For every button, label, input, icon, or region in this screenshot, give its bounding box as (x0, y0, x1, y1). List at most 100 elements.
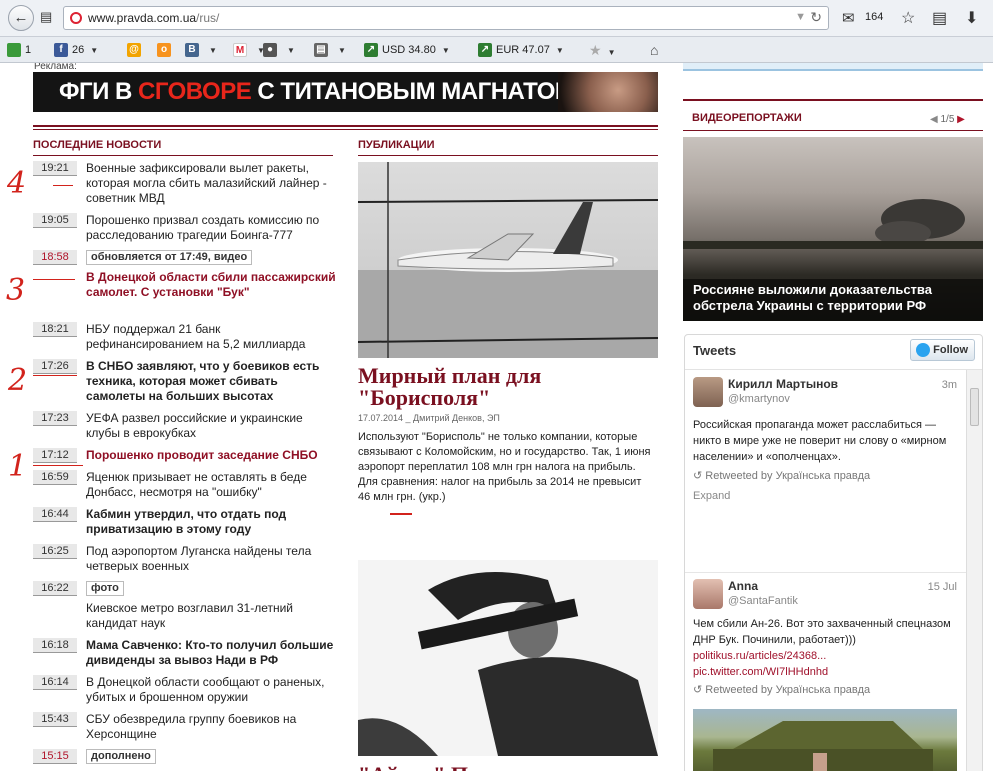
chart-icon: ↗ (478, 43, 492, 58)
news-headline[interactable]: Порошенко проводит заседание СНБО (86, 448, 336, 463)
news-headline[interactable]: СБУ обезвредила группу боевиков на Херсо… (86, 712, 336, 742)
bookmark-vkontakte[interactable]: B ▼ (185, 42, 217, 58)
avatar[interactable] (693, 377, 723, 407)
publication-photo-airplane[interactable] (358, 162, 658, 358)
bookmark-odnoklassniki[interactable]: o (157, 42, 175, 58)
news-headline[interactable]: НБУ поддержал 21 банк рефинансированием … (86, 322, 336, 352)
scrollbar-thumb[interactable] (970, 388, 979, 426)
star-icon: ★ (589, 42, 602, 58)
video-heading[interactable]: ВИДЕОРЕПОРТАЖИ (692, 112, 802, 124)
film-icon: ▤ (314, 43, 328, 58)
bookmark-mailru[interactable]: @ (127, 42, 145, 58)
bookmark-facebook[interactable]: f 26 ▼ (54, 42, 98, 58)
download-icon[interactable]: ⬇ (965, 8, 978, 28)
bookmark-camera[interactable]: ● ▼ (263, 42, 295, 58)
bookmark-eur[interactable]: ↗ EUR 47.07 ▼ (478, 42, 564, 58)
avatar[interactable] (693, 579, 723, 609)
annotation-underline (33, 465, 83, 466)
tweet-date[interactable]: 15 Jul (928, 581, 957, 593)
bookmarks-menu-icon[interactable]: ▤ (932, 8, 947, 28)
expand-link[interactable]: Expand (693, 490, 730, 502)
bookmark-home[interactable]: 1 (7, 42, 31, 58)
news-tag[interactable]: дополнено (86, 749, 156, 764)
tweet-author-name[interactable]: Кирилл Мартынов (728, 377, 838, 391)
news-headline[interactable]: Кабмин утвердил, что отдать под приватиз… (86, 507, 336, 537)
back-button[interactable]: ← (8, 5, 34, 31)
annotation-number: 4 (7, 166, 27, 201)
bookmark-gmail[interactable]: M ▼ (233, 42, 265, 58)
tweet-author-handle[interactable]: @kmartynov (728, 393, 790, 405)
news-time: 16:25 (33, 544, 77, 559)
tweet-photo-buk[interactable] (693, 709, 957, 771)
news-headline[interactable]: Военные зафиксировали вылет ракеты, кото… (86, 161, 336, 206)
news-headline[interactable]: Яценюк призывает не оставлять в беде Дон… (86, 470, 336, 500)
news-headline[interactable]: В Донецкой области сбили пассажирский са… (86, 270, 336, 300)
publication-photo-soldier[interactable] (358, 560, 658, 756)
bookmark-star[interactable]: ★ ▼ (589, 42, 615, 58)
bookmark-homepage[interactable]: ⌂ (650, 42, 658, 58)
news-time: 17:26 (33, 359, 77, 374)
tweet-link[interactable]: politikus.ru/articles/24368... (693, 648, 963, 664)
ad-banner[interactable]: ФГИ В СГОВОРЕ С ТИТАНОВЫМ МАГНАТОМ (33, 72, 658, 112)
bookmark-usd[interactable]: ↗ USD 34.80 ▼ (364, 42, 450, 58)
annotation-number: 2 (8, 363, 28, 398)
browser-toolbar: ← ▤ www.pravda.com.ua/rus/ ▼ ↻ ✉ 164 ☆ ▤… (0, 0, 993, 37)
news-heading[interactable]: ПОСЛЕДНИЕ НОВОСТИ (33, 139, 161, 151)
mail-ru-icon: @ (127, 43, 141, 58)
publications-heading[interactable]: ПУБЛИКАЦИИ (358, 139, 435, 151)
news-tag[interactable]: фото (86, 581, 124, 596)
news-headline[interactable]: В СНБО заявляют, что у боевиков есть тех… (86, 359, 336, 404)
divider (685, 369, 982, 370)
news-headline[interactable]: Порошенко призвал создать комиссию по ра… (86, 213, 336, 243)
news-headline[interactable]: Киевское метро возглавил 31-летний канди… (86, 601, 336, 631)
annotation-underline (53, 185, 73, 186)
next-arrow-icon[interactable]: ▶ (957, 114, 965, 125)
ad-text: ФГИ В СГОВОРЕ С ТИТАНОВЫМ МАГНАТОМ (59, 78, 575, 105)
publication-title-2[interactable]: "Айдар" П (358, 762, 468, 771)
annotation-underline (33, 279, 75, 280)
divider (683, 130, 983, 131)
news-tag[interactable]: обновляется от 17:49, видео (86, 250, 253, 265)
bookmark-film[interactable]: ▤ ▼ (314, 42, 346, 58)
news-time: 16:18 (33, 638, 77, 653)
publication-title[interactable]: Мирный план для "Борисполя" (358, 365, 658, 409)
tweet-pic-link[interactable]: pic.twitter.com/WI7lHHdnhd (693, 664, 963, 680)
annotation-number: 3 (6, 273, 26, 308)
divider (685, 572, 967, 573)
retweet-note: ↺ Retweeted by Українська правда (693, 470, 871, 482)
news-time: 16:59 (33, 470, 77, 485)
page-content: Реклама: ФГИ В СГОВОРЕ С ТИТАНОВЫМ МАГНА… (0, 63, 993, 771)
publication-text: Используют "Борисполь" не только компани… (358, 431, 651, 503)
tweet-date[interactable]: 3m (942, 379, 957, 391)
chart-icon: ↗ (364, 43, 378, 58)
news-headline[interactable]: УЕФА развел российские и украинские клуб… (86, 411, 336, 441)
tweets-scrollbar[interactable] (966, 370, 982, 771)
bookmarks-bar: 1 f 26 ▼ @ o B ▼ M ▼ ● ▼ ▤ ▼ ↗ USD 34.80 ▼ ↗ EUR … (0, 37, 993, 63)
video-caption[interactable]: Россияне выложили доказательства обстрел… (683, 279, 983, 321)
divider (33, 125, 658, 127)
prev-arrow-icon[interactable]: ◀ (930, 114, 938, 125)
buk-vehicle-image (713, 721, 933, 771)
address-bar[interactable]: www.pravda.com.ua/rus/ ▼ ↻ (63, 6, 829, 30)
twitter-widget: Tweets Follow Кирилл Мартынов @kmartynov… (684, 334, 983, 771)
reload-icon[interactable]: ↻ (810, 9, 822, 26)
news-headline[interactable]: Мама Савченко: Кто-то получил большие ди… (86, 638, 336, 668)
dropdown-arrow-icon[interactable]: ▼ (795, 11, 806, 23)
news-headline[interactable]: В Донецкой области сообщают о раненых, у… (86, 675, 336, 705)
annotation-underline (33, 375, 77, 376)
publication-meta: 17.07.2014 _ Дмитрий Денков, ЭП (358, 413, 500, 423)
news-headline[interactable]: Под аэропортом Луганска найдены тела чет… (86, 544, 336, 574)
tweet-author-name[interactable]: Anna (728, 579, 758, 593)
mail-icon[interactable]: ✉ (842, 9, 855, 27)
divider (33, 155, 333, 156)
tweet-author-handle[interactable]: @SantaFantik (728, 595, 798, 607)
follow-button[interactable]: Follow (910, 339, 975, 361)
news-time: 17:12 (33, 448, 77, 463)
divider (33, 129, 658, 130)
site-favicon-icon (70, 12, 82, 24)
facebook-icon: f (54, 43, 68, 58)
airplane-image (358, 162, 658, 358)
news-time: 18:58 (33, 250, 77, 265)
bookmark-star-icon[interactable]: ☆ (901, 8, 915, 28)
tab-list-icon[interactable]: ▤ (40, 9, 52, 25)
